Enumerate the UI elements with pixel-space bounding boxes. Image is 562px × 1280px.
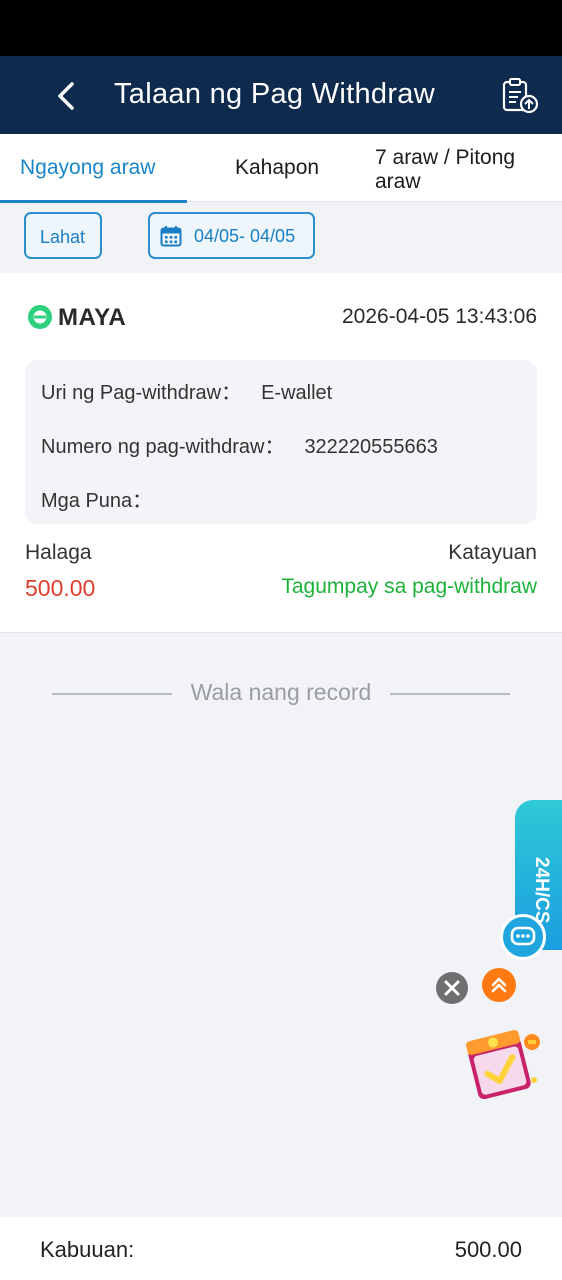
promo-gift-button[interactable] (460, 1020, 544, 1104)
withdraw-record[interactable]: MAYA 2026-04-05 13:43:06 Uri ng Pag-with… (0, 273, 562, 633)
withdraw-number-row: Numero ng pag-withdraw： 322220555663 (41, 430, 438, 459)
date-range-text: 04/05- 04/05 (194, 226, 296, 246)
remarks-label: Mga Puna： (41, 490, 153, 512)
tab-seven-days[interactable]: 7 araw / Pitong araw (360, 134, 560, 202)
calendar-icon (160, 226, 182, 247)
divider-line (390, 693, 510, 695)
chevron-left-icon (58, 82, 74, 110)
filter-all-label: Lahat (40, 227, 86, 247)
export-records-button[interactable] (500, 76, 542, 116)
status-bar (0, 0, 562, 56)
maya-logo-icon (28, 305, 52, 329)
filter-all-button[interactable]: Lahat (24, 212, 102, 259)
scroll-top-button[interactable] (482, 968, 516, 1002)
filter-bar: Lahat 04/05- 04/05 (0, 203, 562, 273)
amount-value: 500.00 (25, 575, 96, 601)
date-tabs: Ngayong araw Kahapon 7 araw / Pitong ara… (0, 134, 562, 203)
back-button[interactable] (48, 76, 88, 116)
withdraw-type-row: Uri ng Pag-withdraw： E-wallet (41, 376, 332, 405)
withdraw-number-value: 322220555663 (304, 436, 438, 458)
date-range-picker[interactable]: 04/05- 04/05 (148, 212, 315, 259)
tab-today[interactable]: Ngayong araw (0, 134, 188, 203)
double-chevron-up-icon (491, 977, 507, 993)
page-title: Talaan ng Pag Withdraw (114, 78, 435, 110)
chat-button[interactable] (500, 914, 546, 960)
amount-label: Halaga (25, 541, 92, 564)
remarks-row: Mga Puna： (41, 484, 152, 513)
record-details: Uri ng Pag-withdraw： E-wallet Numero ng p… (25, 360, 537, 524)
cs-label: 24H/CS (531, 857, 552, 924)
tab-label: Ngayong araw (20, 156, 156, 179)
chat-bubble-icon (510, 926, 536, 946)
app-header: Talaan ng Pag Withdraw (0, 56, 562, 134)
status-label: Katayuan (448, 541, 537, 564)
close-promo-button[interactable] (436, 972, 468, 1004)
withdraw-type-value: E-wallet (261, 382, 333, 404)
tab-label: Kahapon (235, 156, 320, 179)
withdraw-type-label: Uri ng Pag-withdraw： (41, 382, 242, 404)
status-value: Tagumpay sa pag-withdraw (281, 575, 537, 598)
close-icon (444, 980, 460, 996)
clipboard-upload-icon (502, 78, 539, 114)
gift-calendar-icon (465, 1029, 540, 1100)
tab-yesterday[interactable]: Kahapon (218, 134, 348, 202)
total-label: Kabuuan: (40, 1237, 135, 1262)
record-timestamp: 2026-04-05 13:43:06 (342, 305, 537, 328)
tab-label: 7 araw / Pitong araw (375, 146, 516, 193)
withdraw-number-label: Numero ng pag-withdraw： (41, 436, 285, 458)
list-end-divider: Wala nang record (52, 678, 510, 708)
total-bar: Kabuuan: 500.00 (0, 1217, 562, 1280)
provider-name: MAYA (58, 304, 127, 331)
total-value: 500.00 (454, 1237, 522, 1262)
